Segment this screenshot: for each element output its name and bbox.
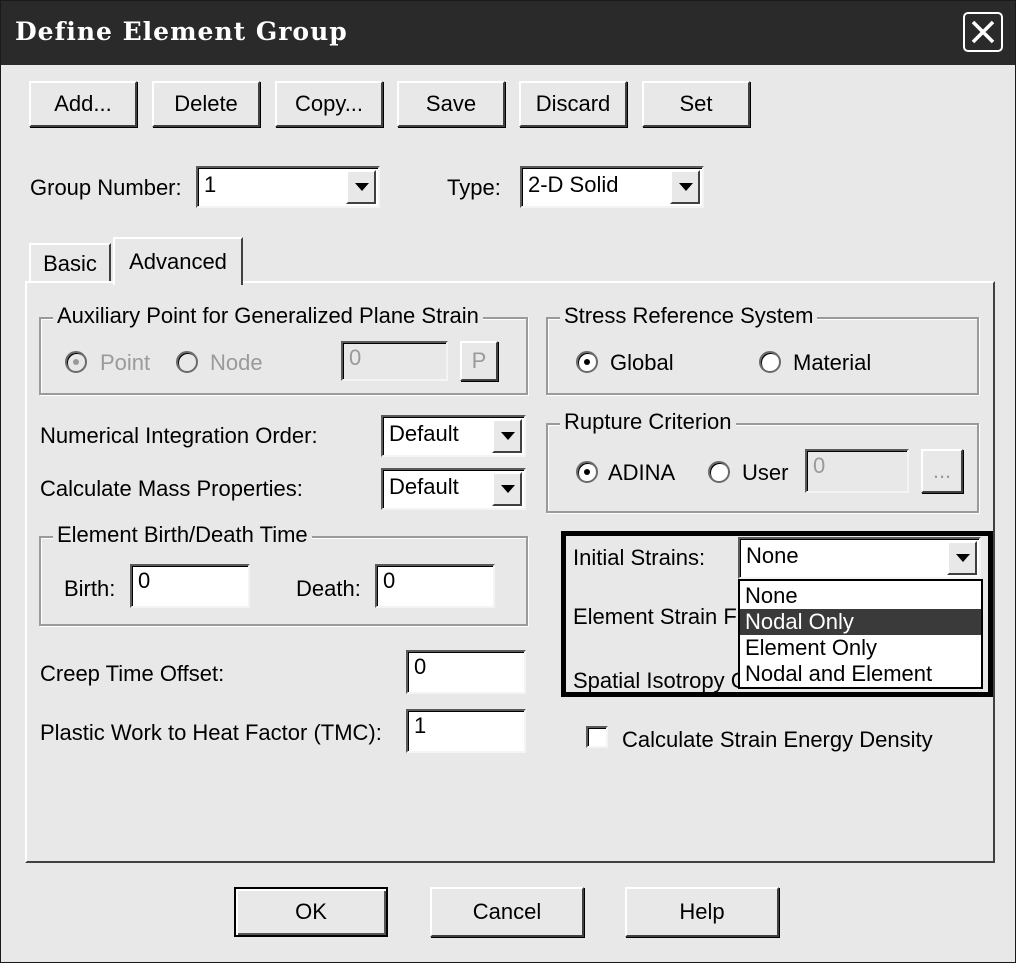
point-radio[interactable] [65,351,87,373]
rupture-input[interactable]: 0 [805,449,909,493]
type-label: Type: [447,175,501,200]
user-radio[interactable] [708,461,730,483]
element-strain-label: Element Strain Fi [573,604,742,629]
death-input[interactable]: 0 [375,564,495,608]
adina-radio[interactable] [576,461,598,483]
browse-button[interactable]: ... [921,449,963,493]
node-radio[interactable] [176,351,198,373]
group-number-combo[interactable]: 1 [196,166,380,208]
discard-button[interactable]: Discard [519,81,627,127]
window-title: Define Element Group [15,17,348,46]
ok-button[interactable]: OK [234,887,388,937]
delete-button[interactable]: Delete [152,81,260,127]
material-radio[interactable] [759,351,781,373]
integration-order-value: Default [389,421,459,446]
initial-strains-combo[interactable]: None [738,537,981,579]
type-combo[interactable]: 2-D Solid [520,166,704,208]
aux-point-value: 0 [349,345,362,370]
creep-offset-value: 0 [414,654,427,679]
creep-offset-input[interactable]: 0 [406,650,526,694]
creep-offset-label: Creep Time Offset: [40,661,225,686]
node-radio-label: Node [210,350,263,375]
point-radio-label: Point [100,350,151,375]
dropdown-option-element-only[interactable]: Element Only [740,635,981,661]
chevron-down-icon[interactable] [346,170,376,204]
chevron-down-icon[interactable] [947,541,977,575]
stress-ref-group-title: Stress Reference System [560,303,818,329]
dropdown-option-none[interactable]: None [740,583,981,609]
integration-order-label: Numerical Integration Order: [40,423,318,448]
dialog-window: Define Element Group Add... Delete Copy.… [0,0,1016,963]
save-button[interactable]: Save [397,81,505,127]
user-radio-label: User [742,460,789,485]
initial-strains-value: None [746,543,799,568]
death-label: Death: [296,576,361,601]
global-radio[interactable] [576,351,598,373]
birth-value: 0 [138,568,151,593]
strain-energy-label: Calculate Strain Energy Density [622,727,933,752]
rupture-group-title: Rupture Criterion [560,409,736,435]
material-radio-label: Material [793,350,872,375]
help-button[interactable]: Help [625,887,779,937]
chevron-down-icon[interactable] [492,472,522,506]
add-button[interactable]: Add... [29,81,137,127]
title-bar[interactable]: Define Element Group [1,1,1015,65]
birth-death-group-title: Element Birth/Death Time [53,522,312,548]
initial-strains-label: Initial Strains: [573,545,706,570]
dropdown-option-nodal-and-element[interactable]: Nodal and Element [740,661,981,687]
mass-properties-combo[interactable]: Default [381,468,526,510]
strain-energy-checkbox[interactable] [586,726,608,748]
group-number-value: 1 [204,172,217,197]
tab-advanced[interactable]: Advanced [113,237,243,285]
birth-label: Birth: [64,576,116,601]
birth-input[interactable]: 0 [130,564,250,608]
close-icon [971,20,995,44]
death-value: 0 [383,568,396,593]
copy-button[interactable]: Copy... [275,81,383,127]
tab-basic[interactable]: Basic [29,243,111,283]
aux-point-group-title: Auxiliary Point for Generalized Plane St… [53,303,483,329]
plastic-work-value: 1 [414,713,427,738]
chevron-down-icon[interactable] [492,419,522,453]
integration-order-combo[interactable]: Default [381,415,526,457]
initial-strains-dropdown-list: None Nodal Only Element Only Nodal and E… [738,579,983,689]
chevron-down-icon[interactable] [670,170,700,204]
plastic-work-label: Plastic Work to Heat Factor (TMC): [40,720,382,745]
group-number-label: Group Number: [30,175,182,200]
dropdown-option-nodal-only[interactable]: Nodal Only [740,609,981,635]
close-button[interactable] [963,12,1003,52]
cancel-button[interactable]: Cancel [430,887,584,937]
type-value: 2-D Solid [528,172,619,197]
p-button[interactable]: P [460,341,498,381]
set-button[interactable]: Set [642,81,750,127]
global-radio-label: Global [610,350,674,375]
rupture-value: 0 [813,453,826,478]
adina-radio-label: ADINA [608,460,676,485]
mass-properties-value: Default [389,474,459,499]
mass-properties-label: Calculate Mass Properties: [40,476,303,501]
spatial-isotropy-label: Spatial Isotropy C [573,668,747,693]
aux-point-input[interactable]: 0 [341,341,448,381]
plastic-work-input[interactable]: 1 [406,709,526,753]
